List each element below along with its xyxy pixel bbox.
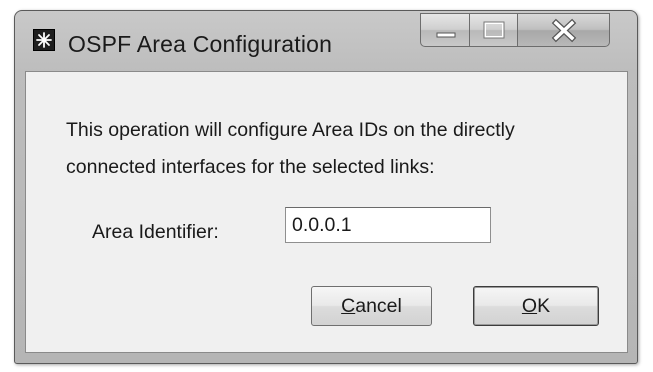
cancel-button[interactable]: Cancel xyxy=(311,286,432,326)
dialog-body: This operation will configure Area IDs o… xyxy=(25,71,628,353)
caption-buttons xyxy=(420,13,610,47)
ok-mnemonic: O xyxy=(521,295,538,317)
cancel-mnemonic: C xyxy=(341,295,356,317)
instruction-text: This operation will configure Area IDs o… xyxy=(66,112,626,186)
close-button[interactable] xyxy=(518,13,610,47)
instruction-line-2: connected interfaces for the selected li… xyxy=(66,156,435,178)
dialog-window: OSPF Area Configuration This operation w… xyxy=(14,10,638,364)
area-identifier-input[interactable] xyxy=(285,207,491,243)
minimize-icon xyxy=(436,32,456,38)
maximize-icon xyxy=(483,21,505,39)
close-icon xyxy=(551,18,577,43)
area-identifier-label: Area Identifier: xyxy=(92,221,219,243)
ok-button[interactable]: OK xyxy=(473,286,599,326)
ok-label: K xyxy=(537,295,551,317)
window-title: OSPF Area Configuration xyxy=(68,31,333,57)
instruction-line-1: This operation will configure Area IDs o… xyxy=(66,119,515,141)
star-icon[interactable] xyxy=(33,29,55,51)
maximize-button[interactable] xyxy=(470,13,518,47)
minimize-button[interactable] xyxy=(420,13,470,47)
cancel-label: ancel xyxy=(355,295,402,317)
title-bar[interactable]: OSPF Area Configuration xyxy=(15,11,637,71)
